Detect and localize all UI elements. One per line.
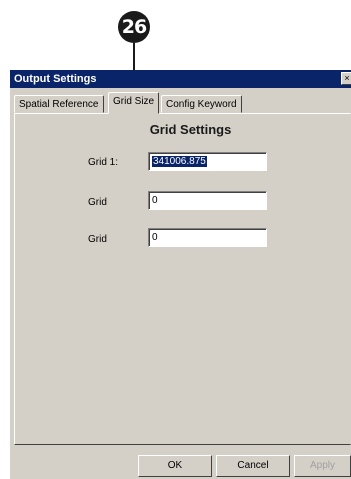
- tab-label: Config Keyword: [166, 99, 237, 110]
- tab-config-keyword[interactable]: Config Keyword: [161, 95, 242, 113]
- ok-button[interactable]: OK: [138, 455, 212, 477]
- grid2-value: 0: [152, 195, 158, 206]
- grid3-input[interactable]: 0: [148, 228, 267, 247]
- panel-heading: Grid Settings: [149, 122, 232, 137]
- grid3-value: 0: [152, 232, 158, 243]
- grid1-label: Grid 1:: [88, 157, 119, 168]
- grid2-label: Grid: [88, 197, 107, 208]
- dialog-title: Output Settings: [14, 73, 97, 85]
- close-button[interactable]: ×: [341, 72, 351, 85]
- tab-grid-size[interactable]: Grid Size: [108, 92, 160, 114]
- step-callout-badge: 26: [118, 11, 150, 43]
- close-icon: ×: [344, 73, 350, 83]
- apply-button[interactable]: Apply: [294, 455, 351, 477]
- dialog-titlebar: Output Settings: [10, 70, 351, 88]
- tab-label: Spatial Reference: [19, 99, 99, 110]
- output-settings-dialog: Output Settings × Spatial Reference Grid…: [10, 70, 351, 479]
- grid3-label: Grid: [88, 234, 107, 245]
- grid1-input[interactable]: 341006.875: [148, 152, 267, 171]
- cancel-button[interactable]: Cancel: [216, 455, 290, 477]
- tab-label: Grid Size: [113, 96, 155, 107]
- grid1-value: 341006.875: [152, 156, 207, 167]
- tab-spatial-reference[interactable]: Spatial Reference: [14, 95, 104, 113]
- grid2-input[interactable]: 0: [148, 191, 267, 210]
